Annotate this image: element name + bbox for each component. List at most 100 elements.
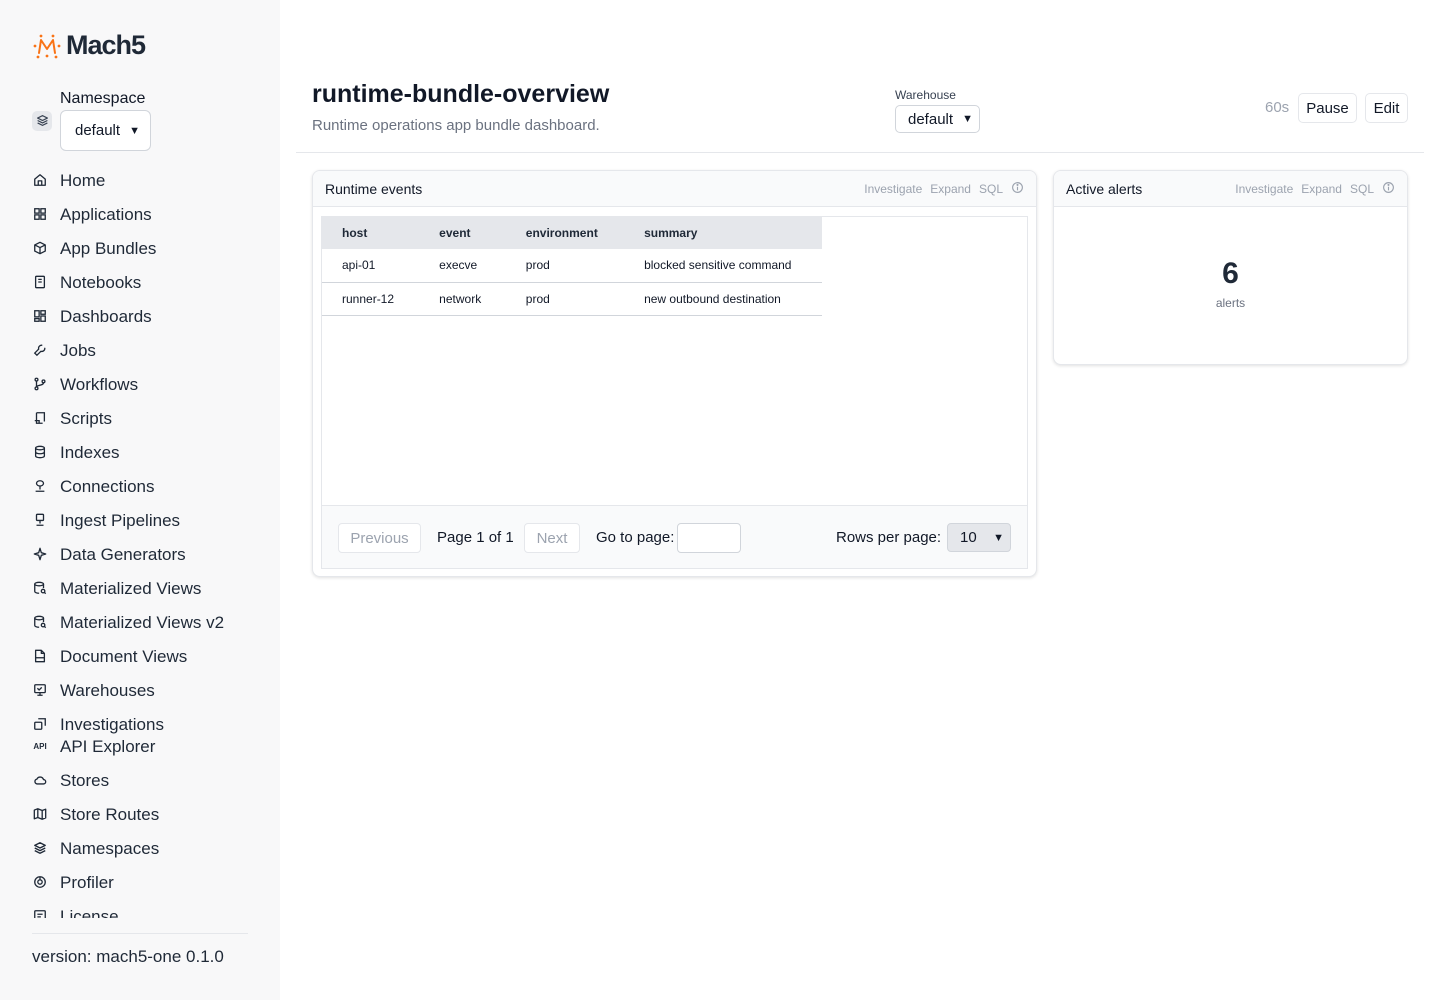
sidebar-item-label: Indexes bbox=[60, 442, 120, 462]
sidebar-item-ingest-pipelines[interactable]: Ingest Pipelines bbox=[32, 503, 262, 537]
page-info: Page 1 of 1 bbox=[437, 529, 514, 546]
investigate-link[interactable]: Investigate bbox=[1235, 182, 1293, 196]
pagination: Previous Page 1 of 1 Next Go to page: Ro… bbox=[322, 505, 1027, 568]
warehouse-selector: Warehouse default ▼ bbox=[895, 88, 980, 133]
monitor-icon bbox=[32, 682, 48, 698]
page-title: runtime-bundle-overview bbox=[312, 80, 610, 108]
sidebar-item-license[interactable]: License bbox=[32, 899, 262, 918]
cloud-icon bbox=[32, 772, 48, 788]
table-cell: api-01 bbox=[322, 249, 420, 283]
mach5-logo[interactable]: Mach5 bbox=[32, 30, 146, 61]
chevron-down-icon: ▼ bbox=[993, 531, 1004, 544]
sidebar-item-warehouses[interactable]: Warehouses bbox=[32, 673, 262, 707]
investigation-icon bbox=[32, 716, 48, 732]
page-subtitle: Runtime operations app bundle dashboard. bbox=[312, 117, 600, 134]
sidebar-item-store-routes[interactable]: Store Routes bbox=[32, 797, 262, 831]
sidebar-item-dashboards[interactable]: Dashboards bbox=[32, 299, 262, 333]
table-row[interactable]: api-01 execve prod blocked sensitive com… bbox=[322, 249, 822, 283]
sidebar-item-label: Warehouses bbox=[60, 680, 155, 700]
header-divider bbox=[296, 152, 1424, 153]
sidebar-item-connections[interactable]: Connections bbox=[32, 469, 262, 503]
sidebar-item-label: API Explorer bbox=[60, 736, 156, 756]
sidebar-item-label: License bbox=[60, 906, 119, 919]
file-icon bbox=[32, 648, 48, 664]
refresh-interval[interactable]: 60s bbox=[1265, 99, 1289, 116]
sidebar-item-applications[interactable]: Applications bbox=[32, 197, 262, 231]
info-icon[interactable] bbox=[1011, 181, 1024, 197]
chevron-down-icon: ▼ bbox=[962, 113, 973, 125]
sidebar-item-materialized-views[interactable]: Materialized Views bbox=[32, 571, 262, 605]
sidebar-item-data-generators[interactable]: Data Generators bbox=[32, 537, 262, 571]
info-icon[interactable] bbox=[1382, 181, 1395, 197]
sidebar-nav: Home Applications App Bundles Notebooks … bbox=[32, 163, 262, 918]
wrench-icon bbox=[32, 342, 48, 358]
sidebar: Mach5 Namespace default ▼ Home Applicati… bbox=[0, 0, 280, 1000]
scroll-icon bbox=[32, 410, 48, 426]
investigate-link[interactable]: Investigate bbox=[864, 182, 922, 196]
api-icon: API bbox=[33, 741, 47, 751]
applications-icon bbox=[32, 206, 48, 222]
sidebar-item-api-explorer[interactable]: API API Explorer bbox=[32, 735, 262, 757]
sql-link[interactable]: SQL bbox=[979, 182, 1003, 196]
expand-link[interactable]: Expand bbox=[930, 182, 971, 196]
panel-actions: Investigate Expand SQL bbox=[864, 181, 1024, 197]
sidebar-divider bbox=[32, 933, 248, 934]
sidebar-item-document-views[interactable]: Document Views bbox=[32, 639, 262, 673]
rows-per-page-select[interactable]: 10 ▼ bbox=[947, 523, 1011, 552]
sidebar-item-workflows[interactable]: Workflows bbox=[32, 367, 262, 401]
sidebar-item-label: Data Generators bbox=[60, 544, 186, 564]
sidebar-item-label: Home bbox=[60, 170, 106, 190]
sidebar-item-home[interactable]: Home bbox=[32, 163, 262, 197]
sql-link[interactable]: SQL bbox=[1350, 182, 1374, 196]
sidebar-item-label: Profiler bbox=[60, 872, 114, 892]
table-row[interactable]: runner-12 network prod new outbound dest… bbox=[322, 282, 822, 316]
sidebar-item-jobs[interactable]: Jobs bbox=[32, 333, 262, 367]
sidebar-item-scripts[interactable]: Scripts bbox=[32, 401, 262, 435]
events-table-container: host event environment summary api-01 ex… bbox=[321, 216, 1028, 569]
dashboard-icon bbox=[32, 308, 48, 324]
expand-link[interactable]: Expand bbox=[1301, 182, 1342, 196]
sidebar-item-label: Namespaces bbox=[60, 838, 160, 858]
chevron-down-icon: ▼ bbox=[129, 124, 140, 137]
version-label: version: mach5-one 0.1.0 bbox=[32, 947, 224, 966]
panel-title: Active alerts bbox=[1066, 180, 1143, 197]
mach5-logo-icon bbox=[33, 34, 61, 58]
home-icon bbox=[32, 172, 48, 188]
sidebar-item-app-bundles[interactable]: App Bundles bbox=[32, 231, 262, 265]
runtime-events-panel: Runtime events Investigate Expand SQL ho… bbox=[312, 170, 1037, 577]
edit-button[interactable]: Edit bbox=[1365, 93, 1408, 123]
goto-page-label: Go to page: bbox=[596, 529, 675, 546]
table-cell: execve bbox=[419, 249, 506, 283]
sidebar-item-label: Materialized Views v2 bbox=[60, 612, 225, 632]
sidebar-item-notebooks[interactable]: Notebooks bbox=[32, 265, 262, 299]
sidebar-item-label: Dashboards bbox=[60, 306, 152, 326]
table-cell: blocked sensitive command bbox=[624, 249, 822, 283]
table-cell: prod bbox=[505, 249, 625, 283]
namespace-select[interactable]: default ▼ bbox=[60, 110, 151, 151]
goto-page-input[interactable] bbox=[677, 523, 741, 553]
sidebar-item-stores[interactable]: Stores bbox=[32, 763, 262, 797]
sidebar-item-profiler[interactable]: Profiler bbox=[32, 865, 262, 899]
panel-header: Active alerts Investigate Expand SQL bbox=[1054, 171, 1407, 207]
rows-per-page-label: Rows per page: bbox=[836, 529, 942, 546]
warehouse-select[interactable]: default ▼ bbox=[895, 105, 980, 133]
warehouse-label: Warehouse bbox=[895, 88, 956, 102]
table-cell: runner-12 bbox=[322, 282, 420, 316]
pause-button[interactable]: Pause bbox=[1298, 93, 1357, 123]
sidebar-item-namespaces[interactable]: Namespaces bbox=[32, 831, 262, 865]
active-alerts-panel: Active alerts Investigate Expand SQL 6 a… bbox=[1053, 170, 1408, 365]
sidebar-item-label: Jobs bbox=[60, 340, 96, 360]
column-header-host[interactable]: host bbox=[322, 217, 419, 249]
panel-title: Runtime events bbox=[325, 180, 423, 197]
alerts-count: 6 bbox=[1222, 257, 1239, 290]
sidebar-item-indexes[interactable]: Indexes bbox=[32, 435, 262, 469]
next-page-button[interactable]: Next bbox=[524, 523, 580, 553]
sidebar-item-materialized-views-v2[interactable]: Materialized Views v2 bbox=[32, 605, 262, 639]
alerts-unit: alerts bbox=[1215, 296, 1246, 310]
column-header-environment[interactable]: environment bbox=[506, 217, 624, 249]
sidebar-item-investigations[interactable]: Investigations bbox=[32, 713, 262, 735]
sidebar-item-label: Applications bbox=[60, 204, 152, 224]
column-header-event[interactable]: event bbox=[419, 217, 506, 249]
column-header-summary[interactable]: summary bbox=[624, 217, 822, 249]
previous-page-button[interactable]: Previous bbox=[338, 523, 421, 553]
